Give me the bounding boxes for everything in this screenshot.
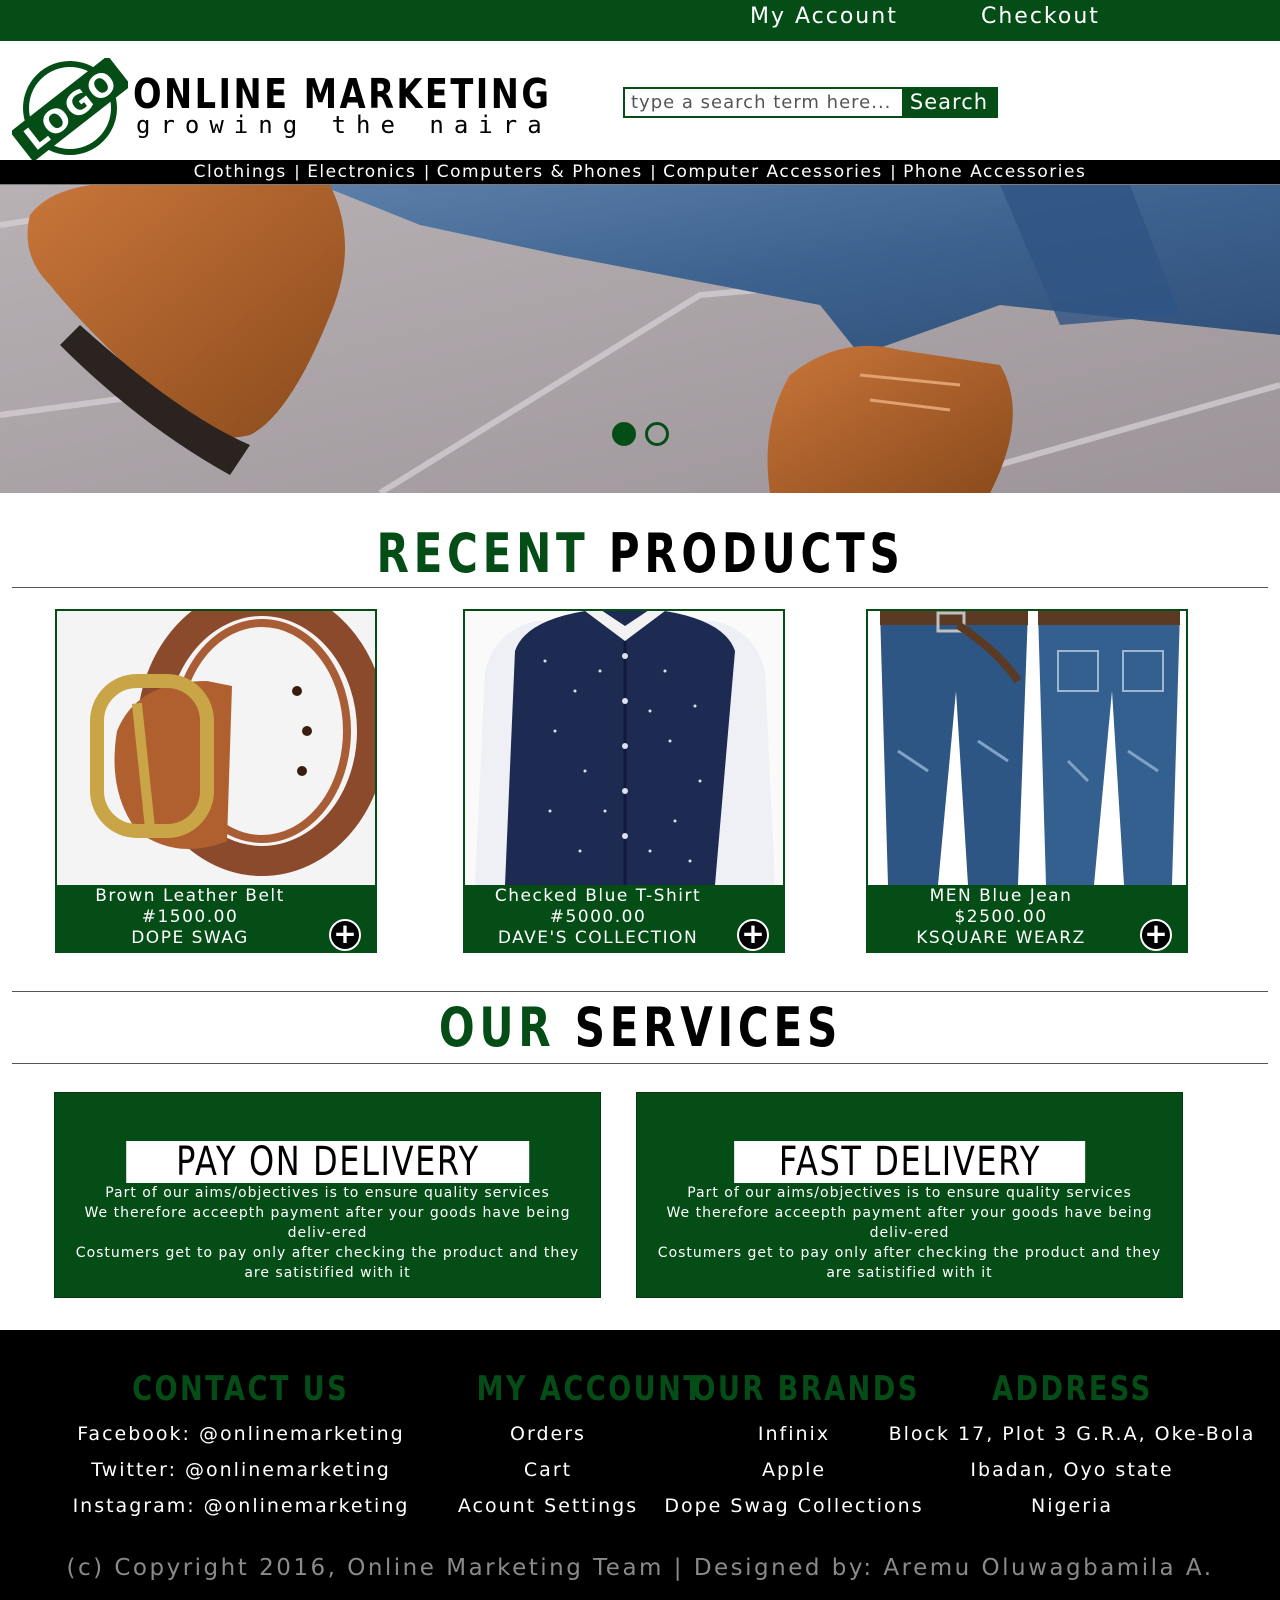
product-card[interactable]: Checked Blue T-Shirt #5000.00 DAVE'S COL… xyxy=(463,609,785,953)
nav-separator: | xyxy=(424,162,429,181)
brand-tagline: growing the naira xyxy=(136,111,552,139)
heading-accent: OUR xyxy=(438,996,555,1059)
service-title: FAST DELIVERY xyxy=(733,1141,1086,1183)
product-info: MEN Blue Jean $2500.00 KSQUARE WEARZ + xyxy=(868,885,1186,951)
footer-account: MY ACCOUNT Orders Cart Acount Settings xyxy=(448,1369,705,1524)
footer: CONTACT US Facebook: @onlinemarketing Tw… xyxy=(0,1330,1280,1600)
nav-item-computers-phones[interactable]: Computers & Phones xyxy=(437,162,643,182)
service-card: PAY ON DELIVERY Part of our aims/objecti… xyxy=(54,1092,601,1298)
search-form: Search xyxy=(623,87,998,118)
recent-products-heading: RECENT PRODUCTS xyxy=(0,522,1280,585)
nav-separator: | xyxy=(890,162,896,181)
heading-accent: RECENT xyxy=(375,522,589,585)
footer-link-cart[interactable]: Cart xyxy=(448,1452,648,1488)
service-card: FAST DELIVERY Part of our aims/objective… xyxy=(636,1092,1183,1298)
address-line: Nigeria xyxy=(1031,1495,1113,1517)
nav-item-clothings[interactable]: Clothings xyxy=(194,162,287,182)
divider xyxy=(12,587,1268,588)
product-image[interactable] xyxy=(465,611,783,885)
product-card[interactable]: Brown Leather Belt #1500.00 DOPE SWAG + xyxy=(55,609,377,953)
footer-heading: ADDRESS xyxy=(991,1369,1153,1409)
product-store: DOPE SWAG xyxy=(131,928,249,948)
product-name[interactable]: MEN Blue Jean xyxy=(868,886,1134,906)
footer-heading: MY ACCOUNT xyxy=(476,1369,705,1409)
nav-separator: | xyxy=(294,162,300,181)
product-image[interactable] xyxy=(57,611,375,885)
plus-icon[interactable]: + xyxy=(329,919,361,951)
slider-dot[interactable] xyxy=(645,422,669,446)
address-line: Block 17, Plot 3 G.R.A, Oke-Bola xyxy=(888,1423,1256,1445)
footer-address: ADDRESS Block 17, Plot 3 G.R.A, Oke-Bola… xyxy=(880,1370,1264,1524)
slider-dot-active[interactable] xyxy=(612,422,636,446)
plus-icon[interactable]: + xyxy=(1140,919,1172,951)
nav-item-phone-accessories[interactable]: Phone Accessories xyxy=(903,162,1086,182)
nav-separator: | xyxy=(650,162,656,181)
plus-icon[interactable]: + xyxy=(737,919,769,951)
product-name[interactable]: Checked Blue T-Shirt xyxy=(465,886,731,906)
search-button[interactable]: Search xyxy=(902,89,996,116)
service-description: Part of our aims/objectives is to ensure… xyxy=(75,1185,580,1281)
logo[interactable]: LOGO xyxy=(10,55,132,162)
copyright: (c) Copyright 2016, Online Marketing Tea… xyxy=(66,1555,1214,1581)
top-bar: My Account Checkout xyxy=(0,0,1280,41)
footer-link-account-settings[interactable]: Acount Settings xyxy=(448,1488,648,1524)
service-description: Part of our aims/objectives is to ensure… xyxy=(657,1185,1162,1281)
footer-heading: CONTACT US xyxy=(132,1369,350,1409)
product-name[interactable]: Brown Leather Belt xyxy=(57,886,323,906)
footer-contact: CONTACT US Facebook: @onlinemarketing Tw… xyxy=(60,1370,422,1524)
product-store: DAVE'S COLLECTION xyxy=(497,928,699,948)
services-heading: OUR SERVICES xyxy=(0,996,1280,1059)
nav-item-electronics[interactable]: Electronics xyxy=(307,162,416,182)
heading-rest: PRODUCTS xyxy=(608,522,904,585)
product-store: KSQUARE WEARZ xyxy=(916,928,1086,948)
product-info: Checked Blue T-Shirt #5000.00 DAVE'S COL… xyxy=(465,885,783,951)
footer-link-twitter[interactable]: Twitter: @onlinemarketing xyxy=(60,1452,422,1488)
hero-slider[interactable] xyxy=(0,185,1280,493)
address-line: Ibadan, Oyo state xyxy=(970,1459,1174,1481)
footer-link-facebook[interactable]: Facebook: @onlinemarketing xyxy=(60,1416,422,1452)
checkout-link[interactable]: Checkout xyxy=(981,4,1100,29)
divider xyxy=(12,1063,1268,1064)
service-title: PAY ON DELIVERY xyxy=(125,1141,530,1183)
heading-rest: SERVICES xyxy=(574,996,842,1059)
product-info: Brown Leather Belt #1500.00 DOPE SWAG + xyxy=(57,885,375,951)
footer-link-orders[interactable]: Orders xyxy=(448,1416,648,1452)
footer-link-instagram[interactable]: Instagram: @onlinemarketing xyxy=(60,1488,422,1524)
product-card[interactable]: MEN Blue Jean $2500.00 KSQUARE WEARZ + xyxy=(866,609,1188,953)
hero-image xyxy=(0,185,1280,493)
product-price: #1500.00 xyxy=(141,907,239,927)
divider xyxy=(12,991,1268,992)
product-image[interactable] xyxy=(868,611,1186,885)
category-nav: Clothings | Electronics | Computers & Ph… xyxy=(0,160,1280,185)
search-input[interactable] xyxy=(625,89,902,116)
product-price: $2500.00 xyxy=(954,907,1048,927)
nav-item-computer-accessories[interactable]: Computer Accessories xyxy=(663,162,883,182)
product-price: #5000.00 xyxy=(549,907,647,927)
my-account-link[interactable]: My Account xyxy=(750,4,898,29)
